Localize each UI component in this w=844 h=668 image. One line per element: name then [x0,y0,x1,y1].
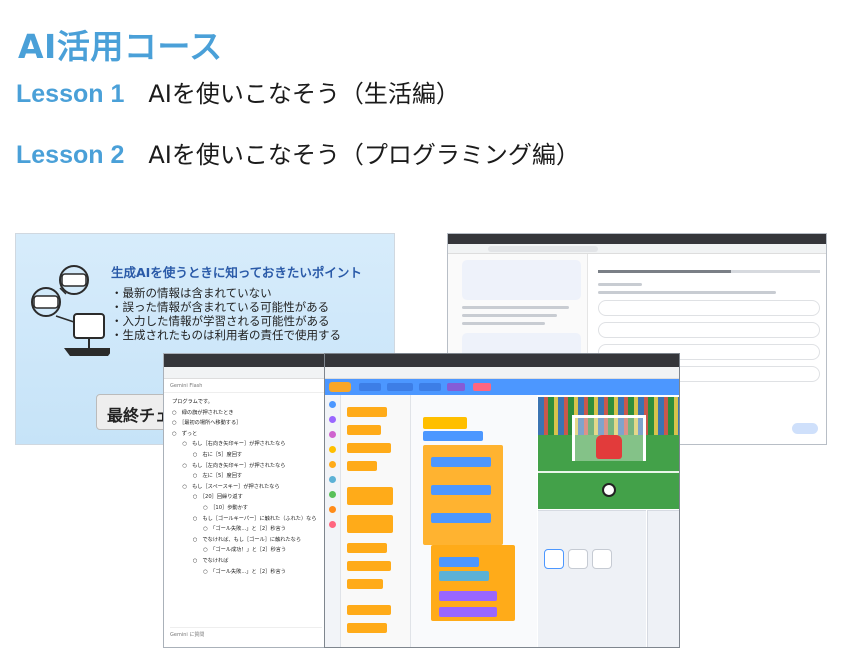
browser-tab-bar [325,354,679,367]
sprite-thumb-ball [544,549,564,569]
response-line: ○ もし［左向き矢印キー］が押されたなら [172,462,286,469]
slide-point: 生成されたものは利用者の責任で使用する [111,328,342,342]
block-categories [325,395,341,647]
response-line: ○ でなければ [172,557,229,564]
slide-point: 誤った情報が含まれている可能性がある [111,300,341,314]
browser-tab-bar [448,234,826,244]
response-line: プログラムです。 [172,399,213,405]
response-line: ○ もし［右向き矢印キー］が押されたなら [172,441,286,448]
response-line: ○ 「ゴール失敗...」と［2］秒言う [172,526,286,533]
response-line: ○ 左に［5］度回す [172,473,243,480]
stage-pane [647,510,679,647]
response-line: ○ ［最初の場所へ移動する］ [172,420,242,427]
field-line [538,471,679,473]
block-palette [341,395,411,647]
slide-point: 入力した情報が学習される可能性がある [111,314,341,328]
response-line: ○ でなければ、もし［ゴール］に触れたなら [172,536,302,543]
response-line: ○ 右に［5］度回す [172,451,243,458]
response-line: ○ 「ゴール失敗...」と［2］秒言う [172,568,286,575]
goalkeeper-sprite [596,435,622,459]
ai-robot-icon [31,265,110,356]
browser-url-bar [164,367,328,379]
scratch-logo-icon [329,382,351,392]
course-title: AI活用コース [18,27,223,66]
gemini-header: Gemini Flash [164,379,328,393]
sprite-thumb-goal [592,549,612,569]
response-line: ○ 緑の旗が押されたとき [172,409,234,416]
lesson-2-number: Lesson 2 [16,141,125,169]
scratch-menu-bar [325,379,679,395]
gemini-response: プログラムです。 ○ 緑の旗が押されたとき ○ ［最初の場所へ移動する］ ○ ず… [164,393,328,581]
slide-point: 最新の情報は含まれていない [111,286,341,300]
next-button [792,423,818,434]
slide-points: 最新の情報は含まれていない 誤った情報が含まれている可能性がある 入力した情報が… [111,286,342,342]
slide-heading: 生成AIを使うときに知っておきたいポイント [111,265,362,280]
lesson-2: Lesson 2 AIを使いこなそう（プログラミング編） [16,135,580,170]
response-line: ○ ずっと [172,430,198,437]
browser-url-bar [325,367,679,379]
lesson-1-number: Lesson 1 [16,80,125,108]
lesson-2-text: AIを使いこなそう（プログラミング編） [148,141,580,169]
gemini-window-screenshot: Gemini Flash プログラムです。 ○ 緑の旗が押されたとき ○ ［最初… [163,353,329,648]
scratch-window-screenshot [324,353,680,648]
response-line: ○ もし［スペースキー］が押されたなら [172,483,280,490]
browser-url-bar [448,244,826,254]
response-line: ○ 「ゴール成功！」と［2］秒言う [172,547,287,554]
code-area [411,395,537,647]
sprite-pane [538,510,646,647]
sprite-thumb-keeper [568,549,588,569]
response-line: ○ もし［ゴールキーパー］に触れた（ふれた）なら [172,515,317,522]
response-line: ○ ［10］歩動かす [172,504,248,511]
game-stage [538,397,679,509]
ball-sprite [602,483,616,497]
gemini-input: Gemini に質問 [170,627,322,641]
response-line: ○ ［20］回繰り返す [172,494,243,501]
browser-tab-bar [164,354,328,367]
lesson-1-text: AIを使いこなそう（生活編） [148,80,460,108]
lesson-1: Lesson 1 AIを使いこなそう（生活編） [16,74,460,109]
